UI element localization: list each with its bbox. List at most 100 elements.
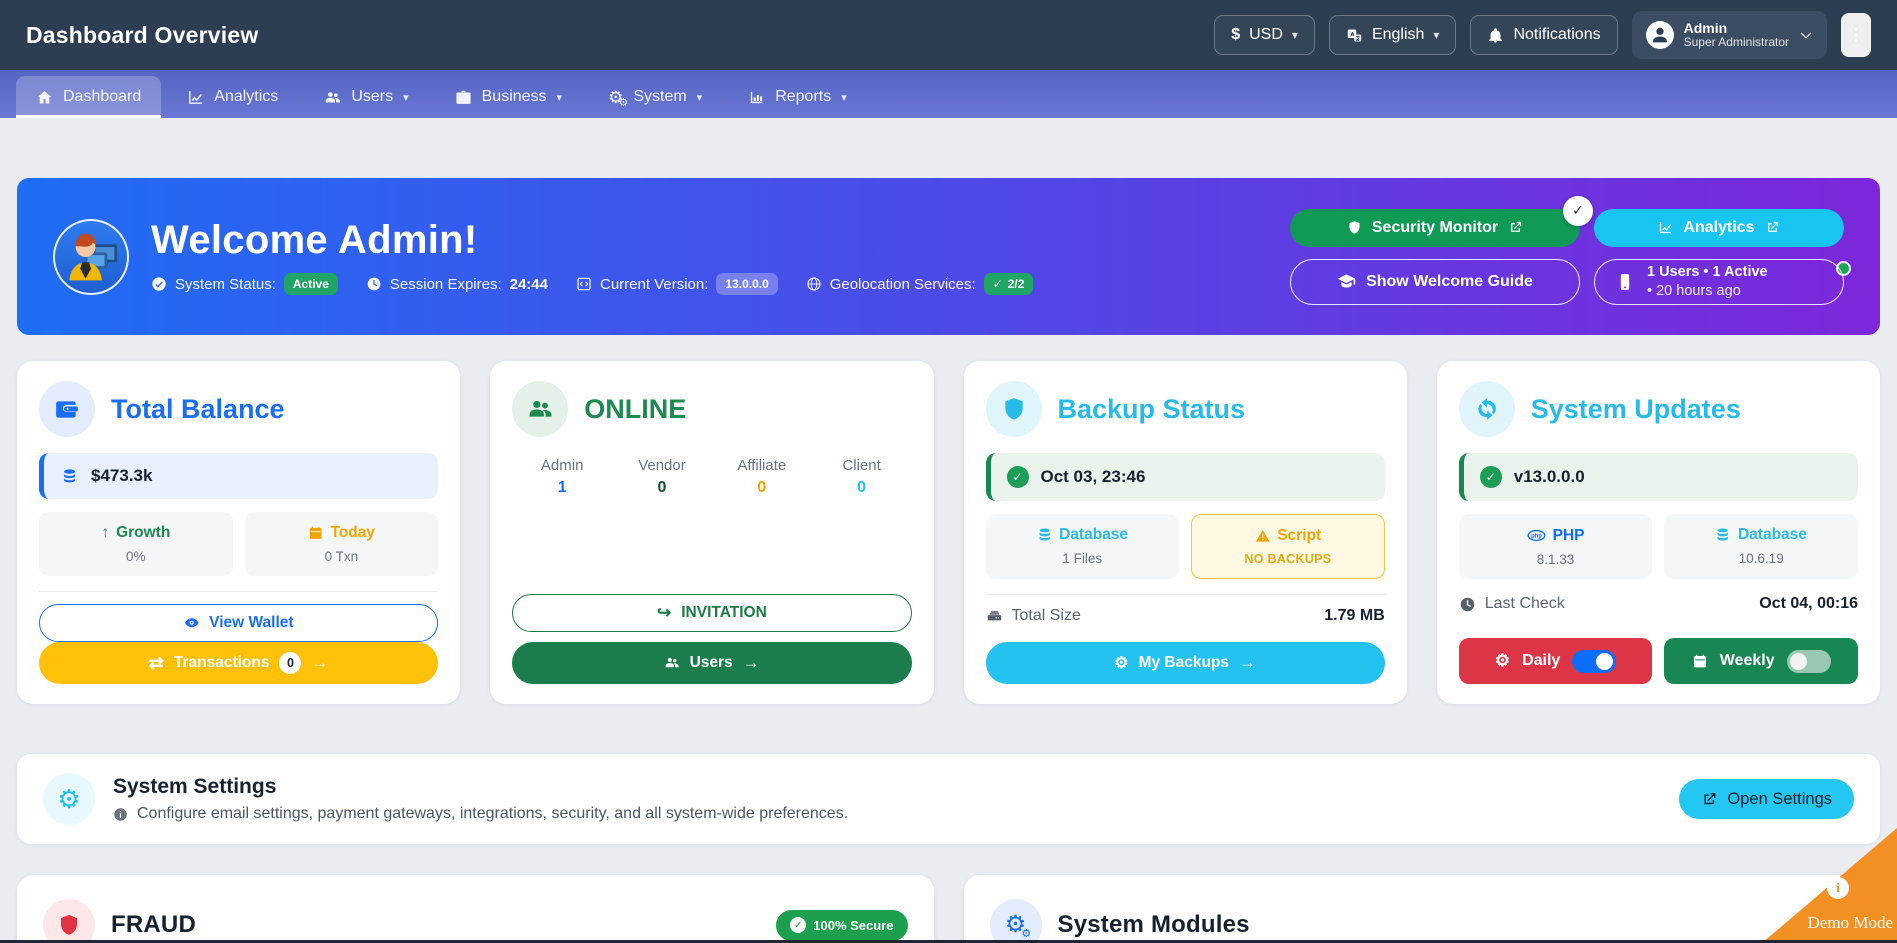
stat-client-value: 0	[857, 479, 867, 496]
code-icon	[576, 276, 592, 292]
balance-amount: $473.3k	[91, 466, 153, 485]
bell-icon	[1487, 27, 1504, 44]
modules-title: System Modules	[1057, 911, 1250, 938]
globe-icon	[806, 276, 822, 292]
stat-cards-row: Total Balance $473.3k ↑ Growth 0% Today 0…	[17, 361, 1880, 704]
stat-affiliate: Affiliate 0	[712, 457, 812, 497]
status-version: Current Version: 13.0.0.0	[576, 273, 778, 295]
shield-icon	[43, 899, 95, 943]
user-avatar-icon	[1645, 21, 1674, 49]
security-monitor-button[interactable]: Security Monitor	[1290, 208, 1580, 247]
online-card: ONLINE Admin 1 Vendor 0 Affiliate 0 Clie…	[490, 361, 934, 704]
last-check-row: Last Check Oct 04, 00:16	[1459, 595, 1858, 613]
warning-icon	[1255, 528, 1271, 544]
card-title: Total Balance	[111, 393, 285, 424]
users-active-line: 1 Users • 1 Active	[1647, 264, 1768, 281]
stat-vendor: Vendor 0	[612, 457, 712, 497]
chart-line-icon	[187, 89, 204, 106]
active-users-pill[interactable]: 1 Users • 1 Active • 20 hours ago	[1594, 258, 1844, 305]
nav-item-system[interactable]: ⚙ ⚙ System ▾	[588, 76, 722, 118]
last-backup-strip: ✓ Oct 03, 23:46	[985, 453, 1385, 501]
system-updates-card: System Updates ✓ v13.0.0.0 php PHP 8.1.33…	[1436, 361, 1880, 704]
growth-box: ↑ Growth 0%	[39, 512, 233, 576]
admin-avatar	[53, 218, 129, 295]
database-box: Database 1 Files	[985, 514, 1180, 579]
profile-role: Super Administrator	[1683, 35, 1789, 50]
chevron-down-icon: ▾	[1433, 28, 1440, 42]
status-active-badge: Active	[283, 273, 338, 295]
open-settings-button[interactable]: Open Settings	[1678, 779, 1854, 819]
profile-menu[interactable]: Admin Super Administrator	[1631, 11, 1827, 59]
clock-icon	[366, 276, 382, 292]
bar-chart-icon	[748, 89, 765, 106]
external-link-icon	[1508, 220, 1523, 235]
profile-name: Admin	[1683, 20, 1728, 37]
analytics-button[interactable]: Analytics	[1594, 208, 1844, 247]
version-strip: ✓ v13.0.0.0	[1458, 453, 1858, 501]
chevron-down-icon: ▾	[696, 91, 703, 104]
view-wallet-button[interactable]: View Wallet	[39, 604, 439, 642]
check-icon: ✓	[790, 917, 807, 933]
status-label: System Status:	[175, 275, 276, 293]
nav-item-reports[interactable]: Reports ▾	[728, 76, 867, 118]
nav-item-business[interactable]: Business ▾	[435, 76, 582, 118]
check-circle-icon	[151, 276, 167, 292]
today-box: Today 0 Txn	[244, 512, 439, 576]
more-options-button[interactable]: ⋮	[1841, 13, 1871, 57]
shield-icon	[1347, 220, 1362, 235]
main-nav: Dashboard Analytics Users ▾ Business ▾ ⚙…	[0, 70, 1897, 118]
translate-icon	[1346, 27, 1363, 44]
check-circle-icon: ✓	[1479, 466, 1502, 488]
balance-amount-strip: $473.3k	[39, 453, 439, 499]
db-version: 10.6.19	[1738, 551, 1784, 566]
currency-dropdown[interactable]: $ USD ▾	[1214, 15, 1315, 55]
db-box: Database 10.6.19	[1664, 514, 1858, 579]
eye-icon	[184, 615, 200, 631]
chevron-down-icon	[1799, 28, 1813, 42]
backup-status-card: Backup Status ✓ Oct 03, 23:46 Database 1…	[963, 361, 1407, 704]
status-label: Geolocation Services:	[829, 275, 976, 293]
invitation-button[interactable]: ↪ INVITATION	[512, 594, 912, 632]
daily-schedule-button[interactable]: ⚙ Daily	[1458, 638, 1653, 684]
nav-item-users[interactable]: Users ▾	[304, 76, 428, 118]
card-title: System Updates	[1530, 393, 1741, 424]
page-title: Dashboard Overview	[26, 21, 259, 48]
weekly-schedule-button[interactable]: Weekly	[1664, 638, 1858, 684]
chevron-down-icon: ▾	[841, 91, 847, 104]
version-badge: 13.0.0.0	[716, 273, 778, 295]
users-button[interactable]: Users →	[512, 642, 912, 684]
gears-icon: ⚙ ⚙	[989, 899, 1042, 943]
script-box: Script NO BACKUPS	[1191, 514, 1385, 579]
php-icon: php	[1527, 526, 1546, 545]
share-icon: ↪	[656, 603, 672, 622]
gear-icon: ⚙	[1494, 651, 1511, 670]
stat-admin-value: 1	[557, 479, 567, 496]
external-link-icon	[1701, 791, 1718, 808]
gear-icon: ⚙	[1114, 655, 1129, 672]
language-dropdown[interactable]: English ▾	[1328, 15, 1457, 55]
transactions-count-badge: 0	[279, 652, 302, 674]
notifications-button[interactable]: Notifications	[1470, 15, 1618, 55]
info-icon	[113, 807, 128, 822]
php-box: php PHP 8.1.33	[1458, 514, 1653, 579]
my-backups-button[interactable]: ⚙ My Backups →	[985, 642, 1385, 684]
nav-label: Reports	[775, 88, 832, 105]
nav-label: Business	[481, 88, 547, 105]
transactions-button[interactable]: ⇄ Transactions 0 →	[39, 642, 439, 684]
total-size-value: 1.79 MB	[1324, 607, 1385, 624]
session-countdown: 24:44	[509, 275, 548, 293]
calendar-icon	[1692, 653, 1708, 669]
nav-item-dashboard[interactable]: Dashboard	[16, 76, 162, 118]
nav-item-analytics[interactable]: Analytics	[167, 76, 298, 118]
stat-admin: Admin 1	[512, 457, 612, 497]
arrow-right-icon: →	[1239, 653, 1257, 672]
last-check-value: Oct 04, 00:16	[1759, 595, 1858, 612]
weekly-toggle[interactable]	[1786, 649, 1831, 673]
settings-title: System Settings	[113, 775, 277, 798]
daily-toggle[interactable]	[1572, 649, 1617, 673]
database-icon	[1715, 527, 1731, 543]
show-welcome-guide-button[interactable]: Show Welcome Guide	[1290, 258, 1580, 305]
database-icon	[1037, 527, 1053, 543]
banner-actions: ✓ Security Monitor Analytics Show Welcom…	[1290, 195, 1851, 305]
fraud-title: FRAUD	[111, 911, 196, 938]
